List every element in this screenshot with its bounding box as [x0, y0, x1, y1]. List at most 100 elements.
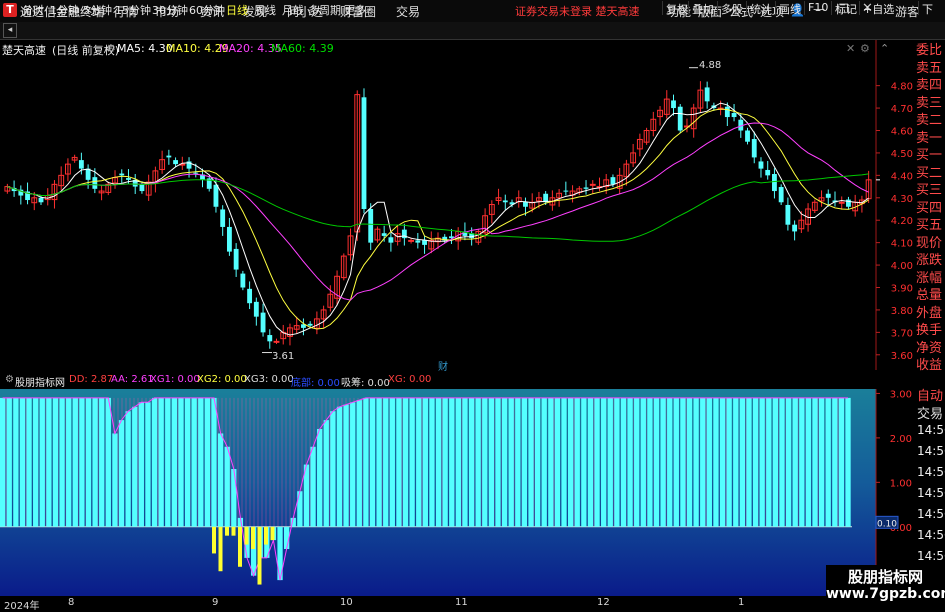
tab-more[interactable]: 更多 [344, 2, 366, 18]
candle-body [846, 199, 851, 207]
dd-bar [330, 411, 336, 527]
dd-bar [0, 397, 6, 527]
dd-bar [138, 402, 144, 527]
fuquan-button[interactable]: 复权 [662, 1, 691, 16]
x-tick: 8 [68, 597, 75, 608]
add-watchlist-button[interactable]: +自选 [859, 1, 897, 16]
trade-status-text[interactable]: 证券交易未登录 楚天高速 [515, 3, 640, 19]
dd-bar [389, 397, 395, 527]
kline-chart[interactable]: 4.80 4.70 4.60 4.50 4.40 4.30 4.20 4.10 4.00 3.90… [0, 40, 916, 370]
duogu-button[interactable]: 多股 [717, 1, 746, 16]
dd-bar [825, 397, 831, 527]
tick-time: 14:56 [917, 486, 945, 500]
biaoji-button[interactable]: 标记 [831, 1, 860, 16]
dd-bar [171, 397, 178, 527]
dd-bar [607, 397, 613, 527]
quote-row-label: 现价 [916, 235, 943, 251]
candle-body [126, 178, 131, 180]
diejia-button[interactable]: 叠加 [688, 1, 717, 16]
f10-button[interactable]: F10 [804, 1, 831, 15]
dd-bar [383, 397, 389, 527]
x-tick: 9 [212, 597, 219, 608]
next-button[interactable]: 下 [918, 1, 936, 16]
dd-bar [568, 397, 574, 527]
xg2-bar [251, 526, 255, 549]
watermark-url: www.7gpzb.com [826, 586, 945, 602]
value-marker-label: 0.10 [877, 519, 897, 529]
x-tick: 2024年 [4, 601, 40, 612]
dd-bar [112, 433, 118, 527]
candle-body [610, 177, 616, 185]
indicator-chart[interactable]: 3.002.001.000.00-1.000.10 [0, 389, 916, 596]
candle-body [731, 113, 737, 118]
ind-tick-label: 3.00 [890, 389, 912, 400]
tab-multi-period[interactable]: 多周期 [308, 2, 341, 18]
xg2-bar [244, 526, 249, 545]
candle-body [838, 201, 845, 204]
quote-row-label: 外盘 [916, 305, 943, 321]
menu-item-jiaoyi[interactable]: 交易 [396, 3, 420, 20]
dd-bar [667, 397, 673, 527]
tab-5min[interactable]: 5分钟 [83, 2, 112, 18]
dd-bar [766, 397, 772, 527]
dd-bar [46, 397, 52, 527]
dd-bar [779, 397, 785, 527]
price-tick-label: 4.30 [891, 194, 913, 205]
candle-body [704, 87, 710, 102]
candle-body [38, 197, 44, 203]
dd-bar [647, 397, 653, 527]
quote-row-label: 买三 [916, 183, 943, 198]
tongji-button[interactable]: 统计 [746, 1, 775, 16]
tab-15min[interactable]: 15分钟 [115, 2, 151, 18]
candle-body [745, 130, 750, 142]
tab-weekly[interactable]: 周线 [254, 2, 276, 18]
tab-fenshi[interactable]: 分时 [22, 2, 44, 18]
dd-bar [422, 397, 428, 527]
dd-bar [462, 397, 468, 527]
chevron-right-icon[interactable]: › [368, 2, 372, 15]
candle-body [368, 209, 374, 243]
xg1-label: XG1: 0.00 [150, 374, 200, 385]
candle-body [226, 226, 232, 252]
candle-body [408, 239, 415, 242]
tab-1min[interactable]: 1分钟 [50, 2, 79, 18]
tab-60min[interactable]: 60分钟 [189, 2, 225, 18]
x-tick: 1 [738, 597, 745, 608]
huaxian-button[interactable]: 画线 [775, 1, 804, 16]
guest-user-label[interactable]: 游客 [895, 3, 919, 20]
tab-daily[interactable]: 日线 [226, 2, 248, 18]
collapse-left-icon[interactable]: ◂ [3, 23, 17, 38]
x-tick: 11 [455, 597, 468, 608]
finance-marker[interactable]: 财 [438, 358, 448, 373]
dd-bar [158, 397, 164, 527]
dd-bar [191, 397, 197, 527]
ma10-line [7, 108, 869, 330]
tab-30min[interactable]: 30分钟 [152, 2, 188, 18]
dd-bar [59, 397, 65, 527]
indicator-settings-icon[interactable]: ⚙ [5, 374, 14, 385]
dd-bar [178, 397, 184, 527]
quote-row-label: 买二 [916, 165, 943, 181]
tab-monthly[interactable]: 月线 [282, 2, 304, 18]
candle-body [765, 169, 771, 176]
dd-bar [26, 397, 32, 527]
dd-bar [376, 397, 382, 527]
dd-bar [356, 400, 362, 527]
dd-bar [85, 397, 92, 527]
price-tick-label: 4.60 [891, 127, 913, 138]
dd-bar [105, 397, 111, 527]
quote-row-label: 卖五 [916, 60, 943, 76]
period-toolbar [0, 22, 945, 40]
quote-row-label: 涨跌 [916, 253, 943, 268]
dd-bar [805, 397, 812, 527]
xg2-bar [225, 526, 229, 536]
dd-bar [719, 397, 726, 527]
bottom-label: 底部: 0.00 [291, 378, 340, 389]
quote-row-label: 涨幅 [916, 270, 943, 286]
dd-bar [145, 402, 151, 527]
candle-body [415, 240, 421, 243]
auto-label[interactable]: 自动 [917, 385, 943, 404]
candle-body [220, 209, 226, 227]
candle-body [139, 183, 145, 192]
dd-bar [594, 397, 600, 527]
